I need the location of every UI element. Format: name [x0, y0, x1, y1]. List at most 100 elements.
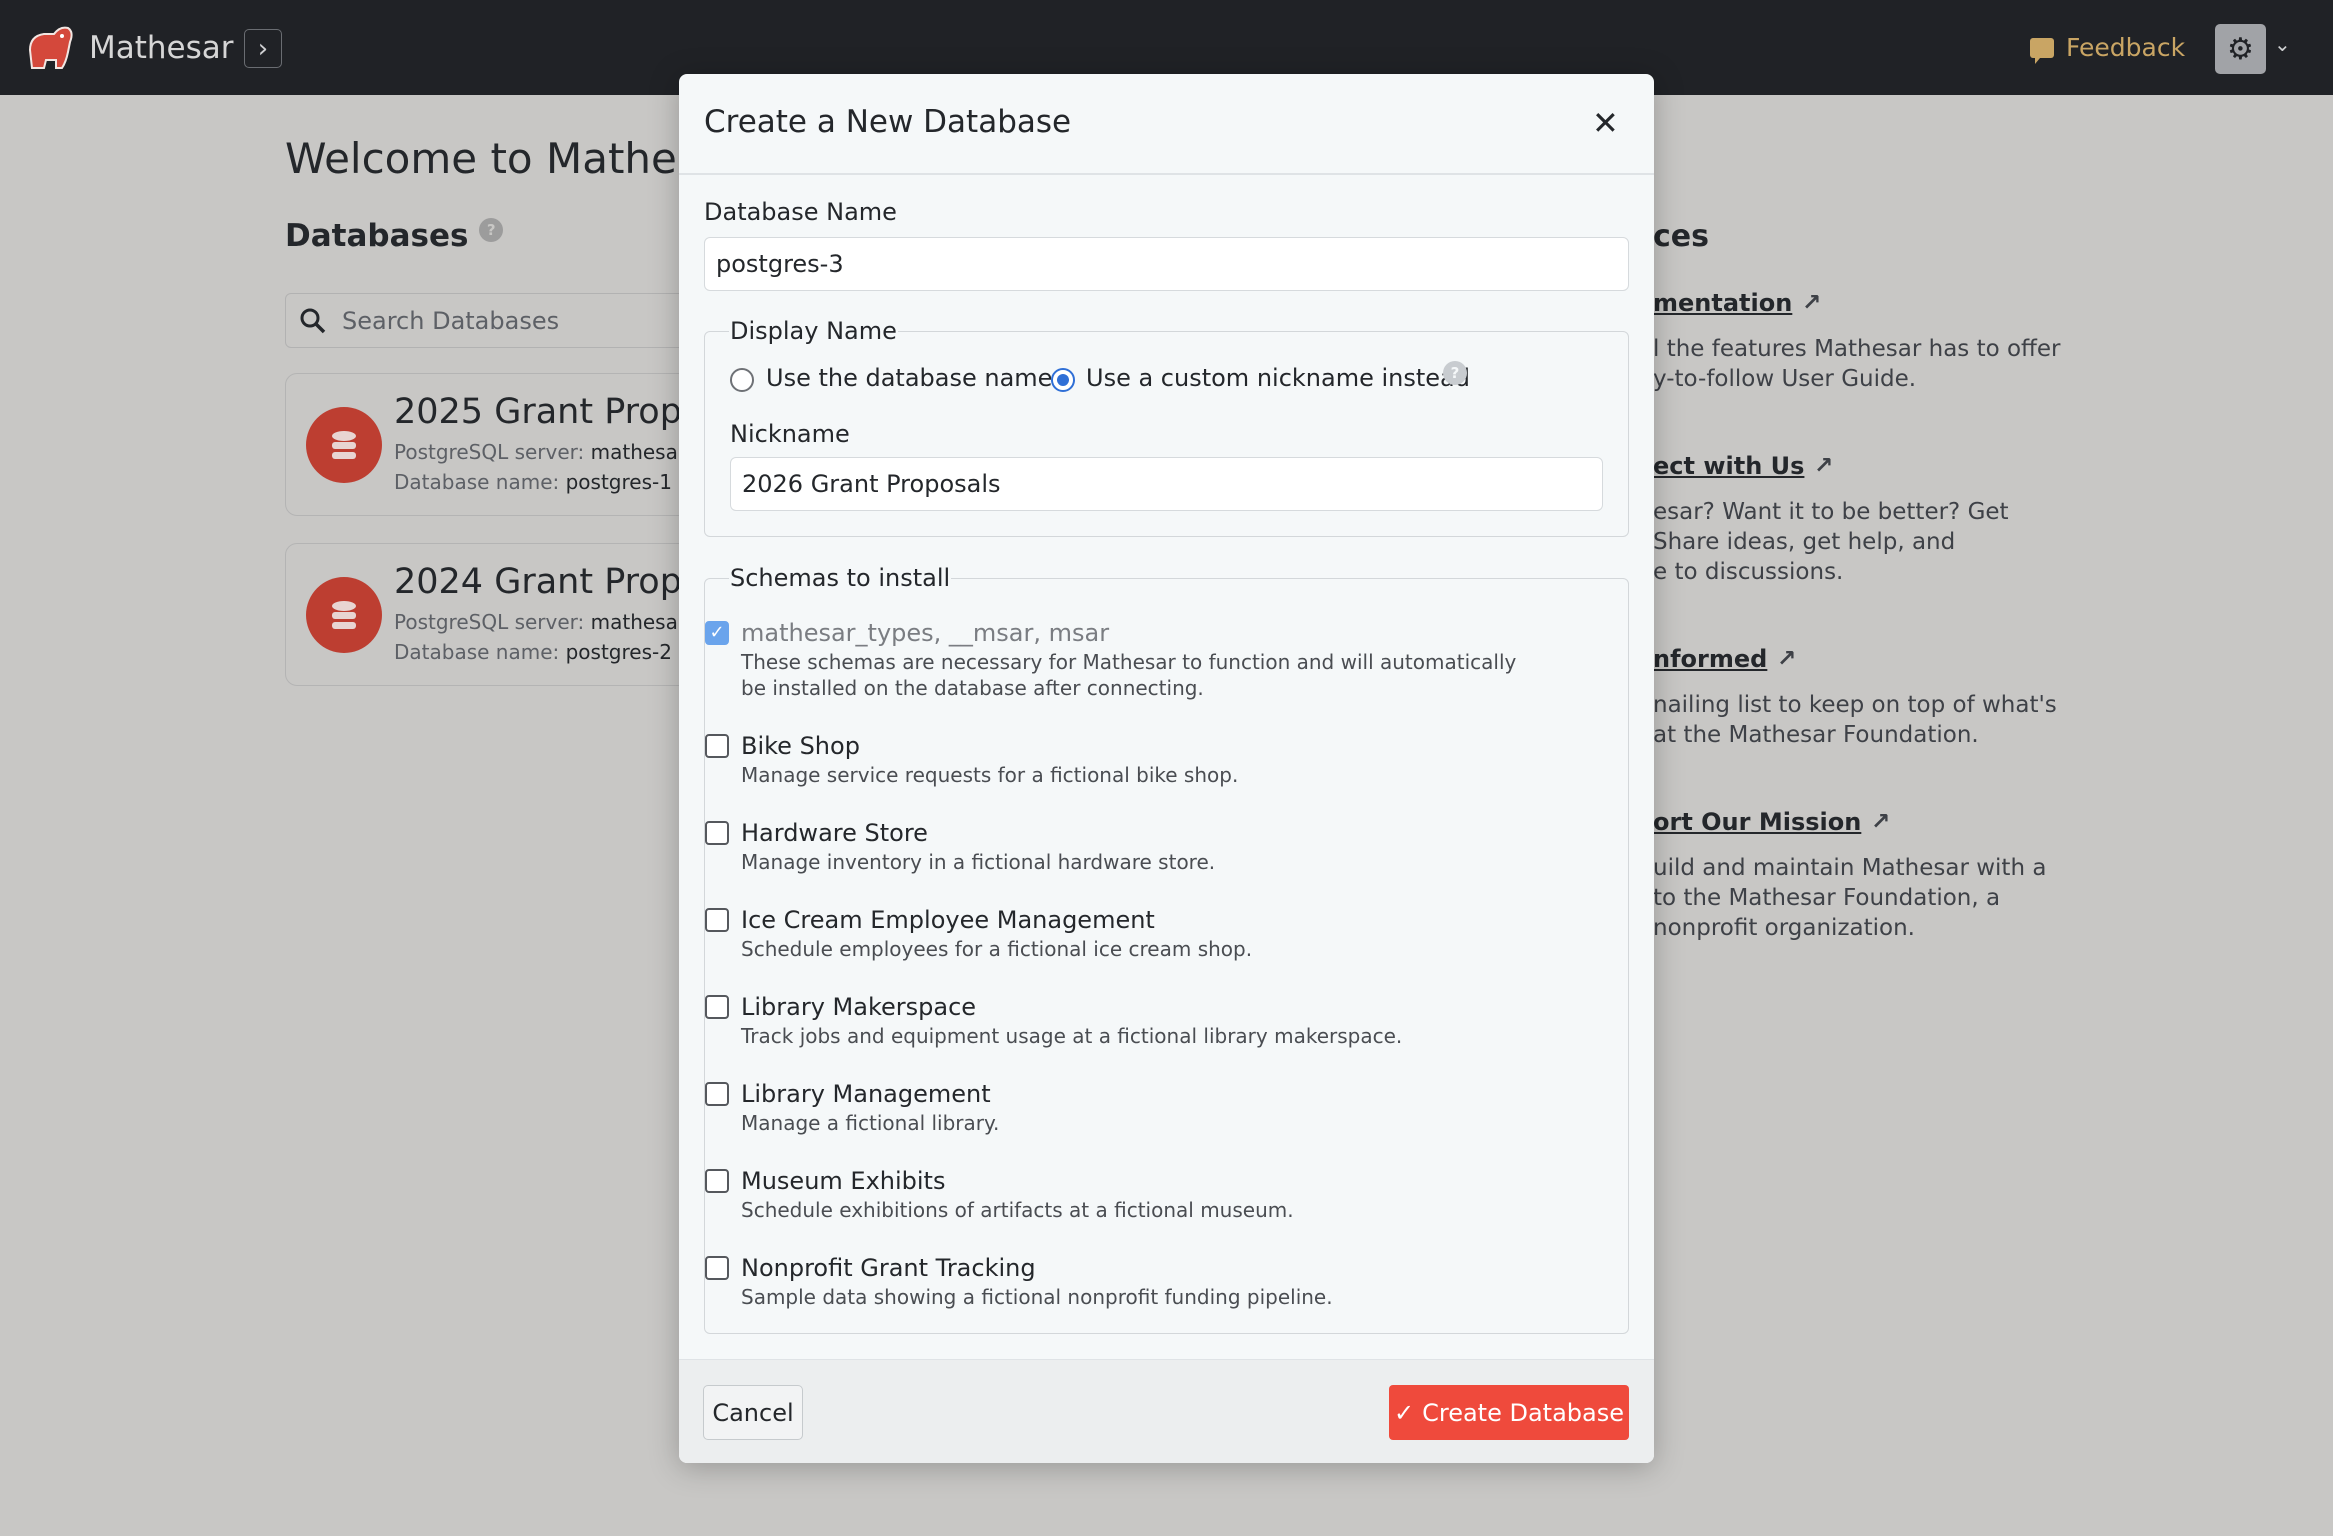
db-value: postgres-1: [565, 470, 672, 494]
database-card-server: PostgreSQL server: mathesar_: [394, 610, 696, 634]
database-name-label: Database Name: [704, 198, 897, 226]
modal-footer: Cancel ✓ Create Database: [679, 1359, 1654, 1463]
database-icon: [306, 577, 382, 653]
database-name-input[interactable]: postgres-3: [704, 237, 1629, 291]
modal-title: Create a New Database: [704, 104, 1072, 140]
external-link-icon[interactable]: ↗: [1871, 807, 1890, 837]
schema-option[interactable]: Bike Shop Manage service requests for a f…: [705, 730, 1541, 788]
page-title: Welcome to Mathesa: [285, 134, 725, 183]
database-card-name: 2025 Grant Propo: [394, 392, 704, 432]
resource-link[interactable]: ect with Us: [1653, 451, 1804, 481]
checkbox: ✓: [705, 621, 729, 645]
server-label: PostgreSQL server:: [394, 440, 585, 464]
database-card-dbname: Database name: postgres-1: [394, 470, 672, 494]
resources-heading: ces: [1653, 219, 1709, 254]
radio-use-database-name-label[interactable]: Use the database name: [766, 364, 1052, 392]
external-link-icon[interactable]: ↗: [1777, 644, 1796, 674]
checkbox[interactable]: [705, 734, 729, 758]
close-icon[interactable]: ✕: [1592, 104, 1619, 142]
external-link-icon[interactable]: ↗: [1814, 451, 1833, 481]
resource-description: uild and maintain Mathesar with a: [1653, 855, 2047, 881]
schemas-legend: Schemas to install: [730, 564, 951, 592]
mathesar-logo-icon[interactable]: [24, 22, 76, 74]
schema-title: Hardware Store: [741, 819, 928, 847]
checkbox[interactable]: [705, 1256, 729, 1280]
database-card[interactable]: 2024 Grant Propo PostgreSQL server: math…: [285, 543, 705, 686]
settings-button[interactable]: ⚙: [2215, 24, 2266, 74]
checkbox[interactable]: [705, 821, 729, 845]
resource-description: y-to-follow User Guide.: [1653, 366, 1917, 392]
resource-link[interactable]: ort Our Mission: [1653, 807, 1861, 837]
nickname-label: Nickname: [730, 420, 850, 448]
schema-title: mathesar_types, __msar, msar: [741, 619, 1110, 647]
resource-description: e to discussions.: [1653, 559, 1844, 585]
check-icon: ✓: [1394, 1398, 1415, 1427]
schema-title: Bike Shop: [741, 732, 860, 760]
checkbox[interactable]: [705, 1082, 729, 1106]
schema-title: Library Management: [741, 1080, 991, 1108]
schema-option[interactable]: Library Management Manage a fictional lib…: [705, 1078, 1541, 1136]
databases-heading: Databases ?: [285, 218, 504, 254]
nickname-input[interactable]: 2026 Grant Proposals: [730, 457, 1603, 511]
schema-title: Nonprofit Grant Tracking: [741, 1254, 1036, 1282]
brand-name[interactable]: Mathesar: [89, 30, 234, 66]
schema-title: Ice Cream Employee Management: [741, 906, 1155, 934]
search-icon: [300, 308, 326, 333]
display-name-legend: Display Name: [730, 317, 897, 345]
resource-description: esar? Want it to be better? Get: [1653, 499, 2009, 525]
resource-link[interactable]: mentation: [1653, 288, 1792, 318]
schema-description: Sample data showing a fictional nonprofi…: [741, 1285, 1333, 1309]
schema-description: These schemas are necessary for Mathesar…: [741, 650, 1517, 700]
schema-option[interactable]: Nonprofit Grant Tracking Sample data show…: [705, 1252, 1541, 1310]
radio-use-database-name[interactable]: [730, 368, 754, 392]
search-placeholder: Search Databases: [342, 306, 560, 335]
db-label: Database name:: [394, 640, 560, 664]
database-card[interactable]: 2025 Grant Propo PostgreSQL server: math…: [285, 373, 705, 516]
external-link-icon[interactable]: ↗: [1802, 288, 1821, 318]
checkbox[interactable]: [705, 995, 729, 1019]
schema-title: Museum Exhibits: [741, 1167, 946, 1195]
create-database-label: Create Database: [1422, 1398, 1624, 1427]
schema-description: Manage a fictional library.: [741, 1111, 1000, 1135]
search-databases-input[interactable]: Search Databases: [285, 293, 705, 348]
checkbox[interactable]: [705, 1169, 729, 1193]
schema-description: Schedule employees for a fictional ice c…: [741, 937, 1253, 961]
schemas-list: ✓ mathesar_types, __msar, msar These schem…: [705, 617, 1541, 1310]
help-icon[interactable]: ?: [1443, 361, 1467, 385]
create-database-button[interactable]: ✓ Create Database: [1389, 1385, 1629, 1440]
db-value: postgres-2: [565, 640, 672, 664]
schema-description: Manage service requests for a fictional …: [741, 763, 1239, 787]
chevron-right-icon: ›: [257, 33, 269, 64]
database-card-server: PostgreSQL server: mathesar_: [394, 440, 696, 464]
resource-description: to the Mathesar Foundation, a: [1653, 885, 2001, 911]
help-icon[interactable]: ?: [479, 218, 504, 242]
gear-icon: ⚙: [2227, 31, 2254, 67]
schema-option[interactable]: Ice Cream Employee Management Schedule em…: [705, 904, 1541, 962]
server-label: PostgreSQL server:: [394, 610, 585, 634]
feedback-button[interactable]: Feedback: [2030, 33, 2186, 64]
breadcrumb-expand-button[interactable]: ›: [244, 29, 282, 68]
checkbox[interactable]: [705, 908, 729, 932]
schema-option[interactable]: Hardware Store Manage inventory in a fict…: [705, 817, 1541, 875]
schema-option[interactable]: Library Makerspace Track jobs and equipme…: [705, 991, 1541, 1049]
divider: [679, 173, 1654, 175]
schema-option[interactable]: ✓ mathesar_types, __msar, msar These schem…: [705, 617, 1541, 701]
comment-icon: [2030, 37, 2054, 64]
database-icon: [306, 407, 382, 483]
database-card-name: 2024 Grant Propo: [394, 562, 704, 602]
radio-use-custom-nickname[interactable]: [1051, 368, 1075, 392]
resource-link[interactable]: nformed: [1653, 644, 1767, 674]
schema-title: Library Makerspace: [741, 993, 977, 1021]
chevron-down-icon[interactable]: ⌄: [2274, 32, 2291, 56]
resource-description: nailing list to keep on top of what's: [1653, 692, 2057, 718]
resource-description: Share ideas, get help, and: [1653, 529, 1956, 555]
cancel-button[interactable]: Cancel: [703, 1385, 803, 1440]
schema-description: Schedule exhibitions of artifacts at a f…: [741, 1198, 1294, 1222]
database-card-dbname: Database name: postgres-2: [394, 640, 672, 664]
schema-option[interactable]: Museum Exhibits Schedule exhibitions of a…: [705, 1165, 1541, 1223]
resource-description: l the features Mathesar has to offer: [1653, 336, 2061, 362]
feedback-label: Feedback: [2066, 33, 2186, 62]
schema-description: Manage inventory in a fictional hardware…: [741, 850, 1216, 874]
resource-description: nonprofit organization.: [1653, 915, 1915, 941]
radio-use-custom-nickname-label[interactable]: Use a custom nickname instead: [1086, 364, 1470, 392]
